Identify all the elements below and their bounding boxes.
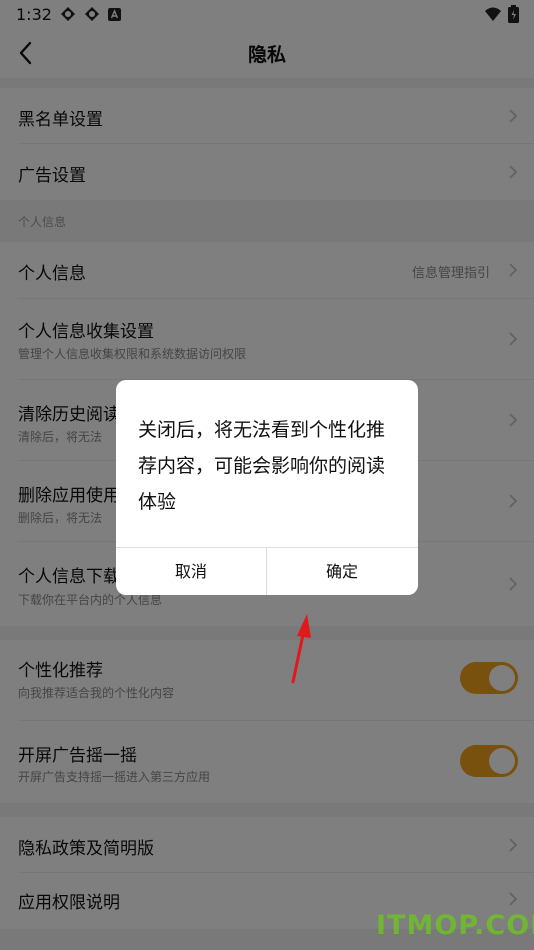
watermark: ITMOP.COM [376,910,534,941]
red-arrow-annotation [291,614,311,684]
dialog-message: 关闭后，将无法看到个性化推荐内容，可能会影响你的阅读体验 [138,419,386,513]
confirm-button[interactable]: 确定 [267,548,417,595]
confirm-dialog: 关闭后，将无法看到个性化推荐内容，可能会影响你的阅读体验 取消 确定 [116,380,418,595]
cancel-button[interactable]: 取消 [116,548,266,595]
